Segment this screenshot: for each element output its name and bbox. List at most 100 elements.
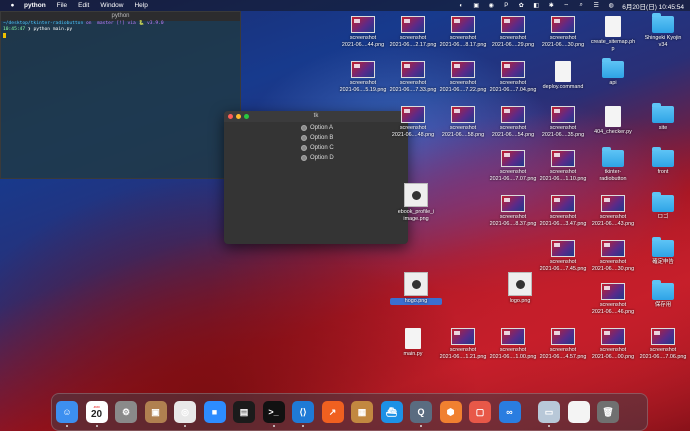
menu-help[interactable]: Help bbox=[134, 2, 147, 9]
minimize-button[interactable] bbox=[236, 114, 241, 119]
radio-option-a[interactable]: Option A bbox=[301, 125, 333, 131]
docker-icon[interactable]: ⛴ bbox=[380, 401, 403, 423]
desktop-item-thumb[interactable]: screenshot 2021-06....48.png bbox=[387, 106, 439, 138]
image-thumbnail-icon[interactable] bbox=[451, 61, 475, 78]
document-icon[interactable] bbox=[605, 106, 621, 127]
radio-indicator[interactable] bbox=[301, 155, 307, 161]
image-thumbnail-icon[interactable] bbox=[551, 195, 575, 212]
folder-icon[interactable] bbox=[652, 237, 674, 257]
contacts-icon[interactable]: ▣ bbox=[144, 401, 167, 423]
trash-icon[interactable]: 🗑 bbox=[597, 401, 619, 423]
quicktime-icon[interactable]: Q bbox=[410, 401, 432, 423]
image-thumbnail-icon[interactable] bbox=[401, 16, 425, 33]
activity-monitor-icon[interactable]: ▤ bbox=[233, 401, 255, 423]
desktop-item-doc[interactable]: 404_checker.py bbox=[587, 106, 639, 136]
status-icon-3[interactable]: ◉ bbox=[487, 2, 495, 9]
radio-label[interactable]: Option A bbox=[310, 125, 333, 131]
radio-option-b[interactable]: Option B bbox=[301, 135, 333, 141]
folder-icon[interactable] bbox=[652, 147, 674, 167]
desktop-item-thumb[interactable]: screenshot 2021-06....7.04.png bbox=[487, 61, 539, 93]
radio-label[interactable]: Option D bbox=[310, 155, 334, 161]
preview-icon[interactable]: ▢ bbox=[469, 401, 491, 423]
desktop-item-thumb[interactable]: screenshot 2021-06....1.10.png bbox=[537, 150, 589, 182]
image-thumbnail-icon[interactable] bbox=[551, 106, 575, 123]
tk-title-bar[interactable]: tk bbox=[224, 111, 408, 122]
radio-label[interactable]: Option C bbox=[310, 145, 334, 151]
status-icon-6[interactable]: ◧ bbox=[532, 2, 540, 9]
desktop-item-folder[interactable]: 保存用 bbox=[637, 280, 689, 309]
terminal-window[interactable]: python ~/desktop/tkinter-radiobutton on … bbox=[0, 11, 241, 179]
image-thumbnail-icon[interactable] bbox=[501, 150, 525, 167]
desktop-item-thumb[interactable]: screenshot 2021-06....1.00.png bbox=[487, 328, 539, 360]
document-icon[interactable] bbox=[405, 328, 421, 349]
search-icon[interactable]: ⌕ bbox=[577, 2, 585, 9]
radio-label[interactable]: Option B bbox=[310, 135, 333, 141]
image-thumbnail-icon[interactable] bbox=[501, 106, 525, 123]
desktop-item-thumb[interactable]: screenshot 2021-06....5.19.png bbox=[337, 61, 389, 93]
desktop-item-thumb[interactable]: screenshot 2021-06....35.png bbox=[537, 106, 589, 138]
folder-icon[interactable] bbox=[652, 280, 674, 300]
app-menu[interactable]: python bbox=[24, 2, 46, 9]
menu-file[interactable]: File bbox=[57, 2, 67, 9]
infinity-icon[interactable]: ∞ bbox=[498, 401, 521, 423]
desktop-item-thumb[interactable]: screenshot 2021-06....58.png bbox=[437, 106, 489, 138]
folder-icon[interactable] bbox=[602, 58, 624, 78]
downloads-icon[interactable]: ▭ bbox=[538, 401, 560, 423]
image-file-icon[interactable] bbox=[508, 272, 532, 296]
status-icon-5[interactable]: ✿ bbox=[517, 2, 525, 9]
tk-window[interactable]: tk Option A Option B Option C Option D bbox=[224, 111, 408, 244]
image-thumbnail-icon[interactable] bbox=[651, 328, 675, 345]
folder-icon[interactable] bbox=[652, 13, 674, 33]
image-thumbnail-icon[interactable] bbox=[551, 240, 575, 257]
desktop-item-folder[interactable]: ロゴ bbox=[637, 192, 689, 221]
desktop-item-thumb[interactable]: screenshot 2021-06....54.png bbox=[487, 106, 539, 138]
image-thumbnail-icon[interactable] bbox=[451, 16, 475, 33]
status-icon-4[interactable]: P bbox=[502, 3, 510, 9]
clock[interactable]: 6月20日(日) 10:45:54 bbox=[622, 1, 684, 11]
desktop-item-thumb[interactable]: screenshot 2021-06....7.06.png bbox=[637, 328, 689, 360]
desktop-item-thumb[interactable]: screenshot 2021-06....43.png bbox=[587, 195, 639, 227]
apple-menu-icon[interactable]: ● bbox=[9, 2, 16, 9]
desktop-item-thumb[interactable]: screenshot 2021-06....46.png bbox=[587, 283, 639, 315]
folder-icon[interactable] bbox=[652, 103, 674, 123]
image-thumbnail-icon[interactable] bbox=[351, 16, 375, 33]
image-thumbnail-icon[interactable] bbox=[601, 328, 625, 345]
desktop-item-pimg[interactable]: ebook_profile_i image.png bbox=[390, 183, 442, 222]
desktop-item-doc[interactable]: main.py bbox=[387, 328, 439, 358]
image-thumbnail-icon[interactable] bbox=[501, 16, 525, 33]
document-icon[interactable] bbox=[605, 16, 621, 37]
image-thumbnail-icon[interactable] bbox=[601, 283, 625, 300]
menu-window[interactable]: Window bbox=[100, 2, 123, 9]
image-thumbnail-icon[interactable] bbox=[451, 106, 475, 123]
control-center-icon[interactable]: ☰ bbox=[592, 2, 600, 9]
radio-indicator[interactable] bbox=[301, 125, 307, 131]
terminal-icon[interactable]: >_ bbox=[262, 401, 285, 423]
image-thumbnail-icon[interactable] bbox=[501, 328, 525, 345]
archive-utility-icon[interactable]: ▦ bbox=[351, 401, 373, 423]
desktop-item-thumb[interactable]: screenshot 2021-06....3.47.png bbox=[537, 195, 589, 227]
document-icon[interactable] bbox=[567, 401, 590, 423]
image-file-icon[interactable] bbox=[404, 183, 428, 207]
desktop-item-folder[interactable]: Shingeki Kyojin v34 bbox=[637, 13, 689, 48]
desktop-item-doc[interactable]: create_sitemap.ph p bbox=[587, 16, 639, 52]
zoom-icon[interactable]: ■ bbox=[203, 401, 226, 423]
desktop-item-folder[interactable]: 確定申告 bbox=[637, 237, 689, 266]
radio-option-c[interactable]: Option C bbox=[301, 145, 334, 151]
desktop-item-thumb[interactable]: screenshot 2021-06....2.17.png bbox=[387, 16, 439, 48]
desktop-item-thumb[interactable]: screenshot 2021-06....30.png bbox=[587, 240, 639, 272]
desktop-item-doc[interactable]: deploy.command bbox=[537, 61, 589, 91]
wifi-icon[interactable]: ⌔ bbox=[562, 2, 570, 10]
radio-indicator[interactable] bbox=[301, 145, 307, 151]
document-icon[interactable] bbox=[555, 61, 571, 82]
desktop-item-thumb[interactable]: screenshot 2021-06....7.07.png bbox=[487, 150, 539, 182]
vscode-icon[interactable]: ⟨⟩ bbox=[292, 401, 314, 423]
desktop-item-thumb[interactable]: screenshot 2021-06....7.22.png bbox=[437, 61, 489, 93]
folder-icon[interactable] bbox=[602, 147, 624, 167]
desktop-item-thumb[interactable]: screenshot 2021-06....1.21.png bbox=[437, 328, 489, 360]
image-file-icon[interactable] bbox=[404, 272, 428, 296]
radio-indicator[interactable] bbox=[301, 135, 307, 141]
bluetooth-icon[interactable]: ✱ bbox=[547, 2, 555, 9]
desktop-item-folder[interactable]: site bbox=[637, 103, 689, 132]
desktop-item-thumb[interactable]: screenshot 2021-06....8.37.png bbox=[487, 195, 539, 227]
system-preferences-icon[interactable]: ⚙ bbox=[115, 401, 137, 423]
